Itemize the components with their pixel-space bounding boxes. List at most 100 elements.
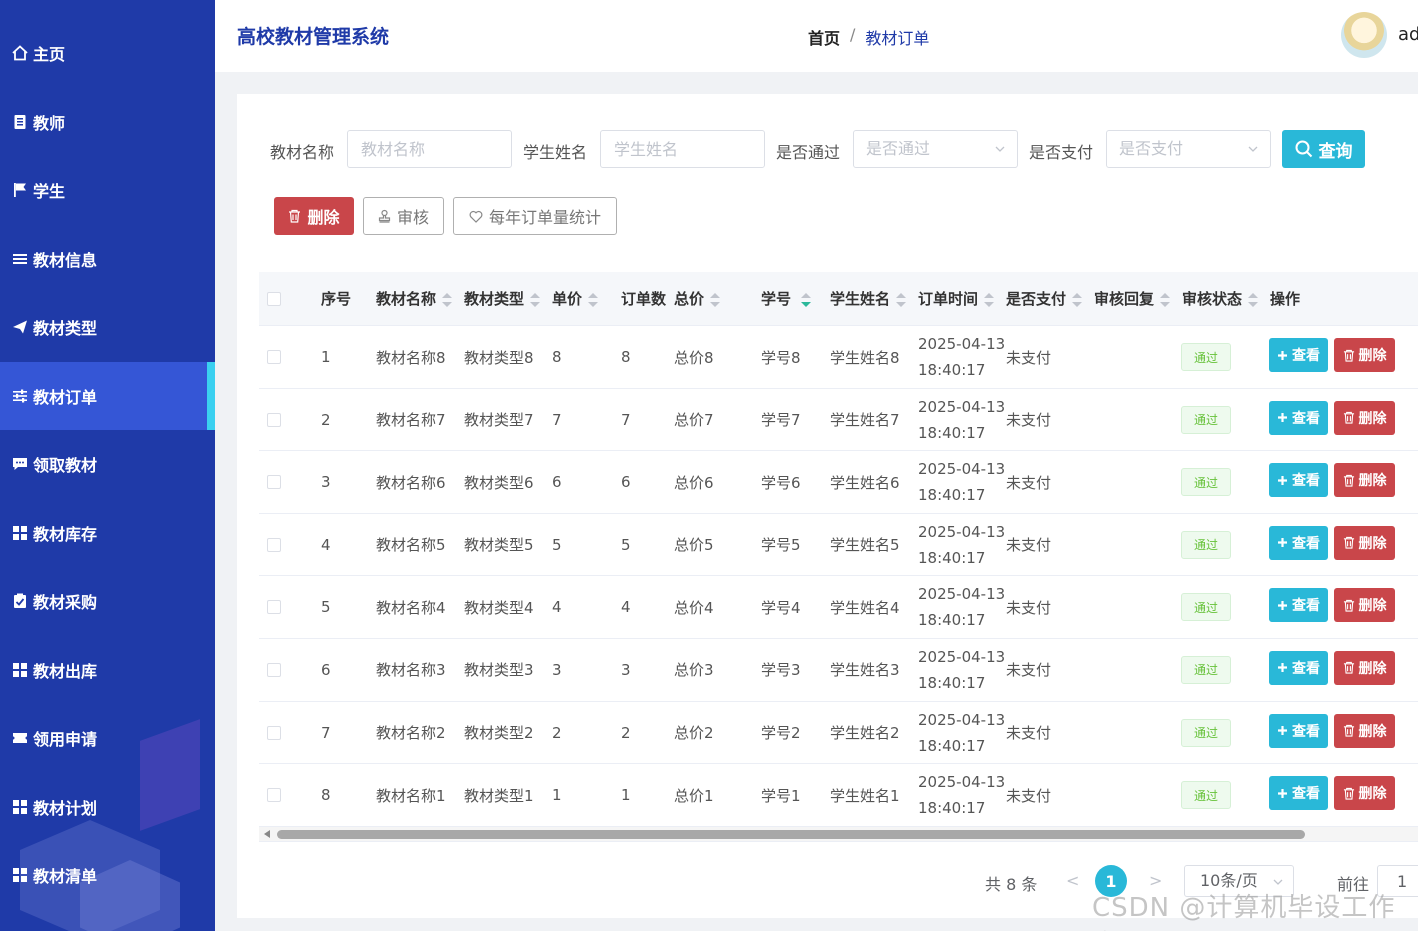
sidebar-item-label: 教材出库 [33, 662, 98, 681]
table-row[interactable]: 4 教材名称5 教材类型5 5 5 总价5 学号5 学生姓名5 未支付 2025-04-13 18:… [259, 513, 1418, 577]
page-number-current[interactable]: 1 [1095, 865, 1127, 897]
select-all-checkbox[interactable] [267, 292, 281, 306]
row-checkbox[interactable] [267, 600, 281, 615]
view-button[interactable]: 查看 [1269, 713, 1328, 748]
row-delete-button[interactable]: 删除 [1334, 525, 1395, 560]
col-paid[interactable]: 是否支付 [1006, 272, 1083, 326]
table-row[interactable]: 6 教材名称3 教材类型3 3 3 总价3 学号3 学生姓名3 未支付 2025-04-13 18:… [259, 638, 1418, 702]
row-checkbox[interactable] [267, 725, 281, 740]
sidebar-item-5[interactable]: 教材订单 [0, 362, 215, 430]
sort-desc-icon[interactable] [801, 292, 812, 308]
table-row[interactable]: 1 教材名称8 教材类型8 8 8 总价8 学号8 学生姓名8 未支付 2025-04-13 18:… [259, 326, 1418, 389]
cell-book-type: 教材类型7 [464, 411, 534, 430]
sort-icon[interactable] [896, 292, 907, 308]
sidebar-item-0[interactable]: 主页 [0, 19, 215, 87]
row-delete-button[interactable]: 删除 [1334, 338, 1395, 372]
sort-icon[interactable] [710, 292, 721, 308]
cell-student-no: 学号3 [761, 661, 801, 680]
user-name[interactable]: ad [1398, 24, 1418, 45]
scrollbar-thumb[interactable] [277, 830, 1305, 839]
view-button[interactable]: 查看 [1269, 400, 1328, 435]
sidebar-item-11[interactable]: 教材计划 [0, 773, 215, 841]
search-button[interactable]: 查询 [1282, 130, 1365, 168]
col-total-price[interactable]: 总价 [674, 272, 721, 326]
sidebar-item-7[interactable]: 教材库存 [0, 499, 215, 567]
sort-icon[interactable] [442, 292, 453, 308]
sort-icon[interactable] [1072, 292, 1083, 308]
row-delete-button[interactable]: 删除 [1334, 776, 1395, 811]
table-row[interactable]: 8 教材名称1 教材类型1 1 1 总价1 学号1 学生姓名1 未支付 2025-04-13 18:… [259, 764, 1418, 827]
yearly-stats-button[interactable]: 每年订单量统计 [453, 197, 617, 235]
cell-order-date: 2025-04-13 [918, 585, 1006, 604]
sidebar-item-12[interactable]: 教材清单 [0, 841, 215, 909]
paid-select[interactable]: 是否支付 [1106, 130, 1271, 168]
sidebar-item-label: 教材采购 [33, 593, 98, 612]
table-row[interactable]: 7 教材名称2 教材类型2 2 2 总价2 学号2 学生姓名2 未支付 2025-04-13 18:… [259, 701, 1418, 765]
row-delete-button[interactable]: 删除 [1334, 400, 1395, 435]
horizontal-scrollbar[interactable] [259, 827, 1418, 842]
breadcrumb-home[interactable]: 首页 [808, 25, 840, 49]
scroll-left-arrow-icon[interactable] [264, 830, 270, 838]
row-delete-button[interactable]: 删除 [1334, 713, 1395, 748]
sidebar-item-4[interactable]: 教材类型 [0, 293, 215, 361]
book-name-input[interactable] [347, 130, 512, 168]
cell-book-type: 教材类型6 [464, 473, 534, 492]
sidebar-item-3[interactable]: 教材信息 [0, 225, 215, 293]
page-size-select[interactable]: 10条/页 [1184, 865, 1294, 897]
row-checkbox[interactable] [267, 537, 281, 552]
sidebar-item-9[interactable]: 教材出库 [0, 636, 215, 704]
batch-delete-button[interactable]: 删除 [274, 197, 354, 235]
cell-quantity: 8 [621, 348, 631, 366]
col-review-status[interactable]: 审核状态 [1182, 272, 1259, 326]
sidebar-item-1[interactable]: 教师 [0, 88, 215, 156]
passed-select[interactable]: 是否通过 [853, 130, 1018, 168]
sidebar-item-10[interactable]: 领用申请 [0, 704, 215, 772]
col-unit-price[interactable]: 单价 [552, 272, 599, 326]
sidebar-item-8[interactable]: 教材采购 [0, 567, 215, 635]
view-button[interactable]: 查看 [1269, 463, 1328, 498]
sort-icon[interactable] [1248, 292, 1259, 308]
row-delete-button[interactable]: 删除 [1334, 650, 1395, 685]
col-review-reply[interactable]: 审核回复 [1094, 272, 1171, 326]
sort-icon[interactable] [984, 292, 995, 308]
cell-order-time: 2025-04-13 18:40:17 [918, 514, 1005, 576]
col-order-time[interactable]: 订单时间 [918, 272, 995, 326]
table-row[interactable]: 5 教材名称4 教材类型4 4 4 总价4 学号4 学生姓名4 未支付 2025-04-13 18:… [259, 576, 1418, 639]
row-checkbox[interactable] [267, 788, 281, 803]
review-button[interactable]: 审核 [363, 197, 444, 235]
prev-page-button[interactable]: < [1066, 871, 1079, 890]
chevron-down-icon [1273, 879, 1283, 885]
view-button[interactable]: 查看 [1269, 525, 1328, 560]
view-button[interactable]: 查看 [1269, 650, 1328, 685]
table-row[interactable]: 2 教材名称7 教材类型7 7 7 总价7 学号7 学生姓名7 未支付 2025-04-13 18:… [259, 388, 1418, 452]
student-name-input[interactable] [600, 130, 765, 168]
row-delete-button[interactable]: 删除 [1334, 588, 1395, 623]
row-checkbox[interactable] [267, 475, 281, 490]
col-book-type[interactable]: 教材类型 [464, 272, 541, 326]
col-quantity: 订单数 [621, 290, 667, 308]
goto-label: 前往 [1337, 875, 1370, 894]
row-delete-button[interactable]: 删除 [1334, 463, 1395, 498]
row-checkbox[interactable] [267, 350, 281, 364]
sidebar-item-6[interactable]: 领取教材 [0, 430, 215, 498]
view-button[interactable]: 查看 [1269, 338, 1328, 372]
row-checkbox[interactable] [267, 412, 281, 427]
col-student-name[interactable]: 学生姓名 [830, 272, 907, 326]
sort-icon[interactable] [588, 292, 599, 308]
sidebar-item-2[interactable]: 学生 [0, 156, 215, 224]
view-button[interactable]: 查看 [1269, 588, 1328, 623]
sort-icon[interactable] [1160, 292, 1171, 308]
avatar[interactable] [1341, 12, 1387, 58]
goto-page-input[interactable] [1377, 865, 1418, 897]
col-book-name[interactable]: 教材名称 [376, 272, 453, 326]
passed-label: 是否通过 [776, 143, 841, 162]
sort-icon[interactable] [530, 292, 541, 308]
view-button[interactable]: 查看 [1269, 776, 1328, 811]
sidebar-item-label: 教材订单 [33, 388, 98, 407]
next-page-button[interactable]: > [1149, 871, 1162, 890]
row-checkbox[interactable] [267, 662, 281, 677]
cell-index: 4 [321, 535, 331, 554]
plus-icon [1278, 726, 1287, 736]
col-student-no[interactable]: 学号 [761, 272, 812, 326]
table-row[interactable]: 3 教材名称6 教材类型6 6 6 总价6 学号6 学生姓名6 未支付 2025-04-13 18:… [259, 451, 1418, 514]
